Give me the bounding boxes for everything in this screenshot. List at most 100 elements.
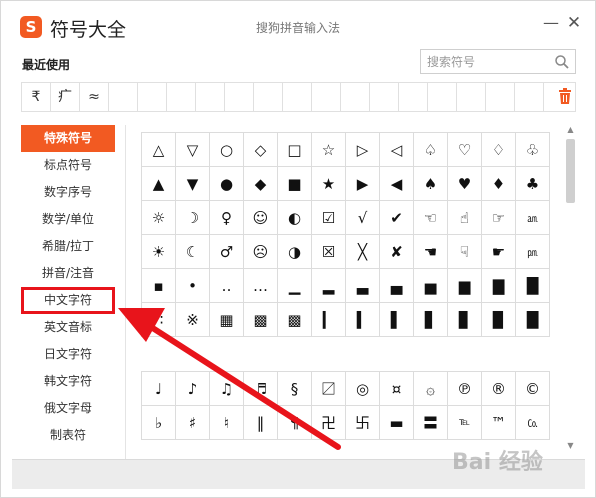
- symbol-cell[interactable]: ▁: [278, 269, 312, 303]
- recent-symbol[interactable]: [486, 83, 515, 111]
- symbol-cell[interactable]: 〓: [414, 406, 448, 440]
- symbol-cell[interactable]: •: [176, 269, 210, 303]
- symbol-cell[interactable]: ♮: [210, 406, 244, 440]
- symbol-cell[interactable]: ★: [312, 167, 346, 201]
- scrollbar[interactable]: ▲ ▼: [564, 125, 577, 452]
- symbol-cell[interactable]: ▽: [176, 133, 210, 167]
- recent-symbol[interactable]: [138, 83, 167, 111]
- symbol-cell[interactable]: ♂: [210, 235, 244, 269]
- sidebar-item[interactable]: 特殊符号: [21, 125, 115, 152]
- symbol-cell[interactable]: ◎: [346, 372, 380, 406]
- symbol-cell[interactable]: ▲: [142, 167, 176, 201]
- symbol-cell[interactable]: ╳: [346, 235, 380, 269]
- symbol-cell[interactable]: ♡: [448, 133, 482, 167]
- symbol-cell[interactable]: ♣: [516, 167, 550, 201]
- recent-symbol[interactable]: [370, 83, 399, 111]
- symbol-cell[interactable]: 卍: [312, 406, 346, 440]
- symbol-cell[interactable]: ◑: [278, 235, 312, 269]
- search-box[interactable]: [420, 49, 576, 74]
- symbol-cell[interactable]: ♭: [142, 406, 176, 440]
- minimize-button[interactable]: —: [541, 13, 561, 33]
- symbol-cell[interactable]: ®: [482, 372, 516, 406]
- symbol-cell[interactable]: ♬: [244, 372, 278, 406]
- symbol-cell[interactable]: ▍: [346, 303, 380, 337]
- symbol-cell[interactable]: ▊: [448, 303, 482, 337]
- symbol-cell[interactable]: ☆: [312, 133, 346, 167]
- close-button[interactable]: ✕: [564, 13, 584, 33]
- symbol-cell[interactable]: ☾: [176, 235, 210, 269]
- recent-symbol[interactable]: [109, 83, 138, 111]
- symbol-cell[interactable]: ▷: [346, 133, 380, 167]
- symbol-cell[interactable]: ☞: [482, 201, 516, 235]
- symbol-cell[interactable]: ▶: [346, 167, 380, 201]
- symbol-cell[interactable]: ○: [210, 133, 244, 167]
- symbol-cell[interactable]: √: [346, 201, 380, 235]
- symbol-cell[interactable]: ♪: [176, 372, 210, 406]
- sidebar-item[interactable]: 俄文字母: [21, 395, 115, 422]
- symbol-cell[interactable]: ▋: [414, 303, 448, 337]
- symbol-cell[interactable]: ♦: [482, 167, 516, 201]
- symbol-cell[interactable]: ☽: [176, 201, 210, 235]
- symbol-cell[interactable]: ☺: [244, 201, 278, 235]
- sidebar-item[interactable]: 日文字符: [21, 341, 115, 368]
- symbol-cell[interactable]: ☛: [482, 235, 516, 269]
- symbol-cell[interactable]: ▩: [278, 303, 312, 337]
- symbol-cell[interactable]: █: [516, 269, 550, 303]
- symbol-cell[interactable]: █: [516, 303, 550, 337]
- symbol-cell[interactable]: ◆: [244, 167, 278, 201]
- recent-symbol[interactable]: [167, 83, 196, 111]
- symbol-cell[interactable]: ▄: [380, 269, 414, 303]
- symbol-cell[interactable]: 卐: [346, 406, 380, 440]
- symbol-cell[interactable]: □: [278, 133, 312, 167]
- symbol-cell[interactable]: ▅: [414, 269, 448, 303]
- search-icon[interactable]: [554, 54, 570, 70]
- symbol-cell[interactable]: ‥: [210, 269, 244, 303]
- symbol-cell[interactable]: ☟: [448, 235, 482, 269]
- symbol-cell[interactable]: ▉: [482, 303, 516, 337]
- recent-symbol[interactable]: [457, 83, 486, 111]
- recent-symbol[interactable]: [399, 83, 428, 111]
- symbol-cell[interactable]: ☼: [142, 201, 176, 235]
- symbol-cell[interactable]: ♀: [210, 201, 244, 235]
- symbol-cell[interactable]: ‖: [244, 406, 278, 440]
- recent-symbol[interactable]: [341, 83, 370, 111]
- symbol-cell[interactable]: ♫: [210, 372, 244, 406]
- symbol-cell[interactable]: ☝: [448, 201, 482, 235]
- recent-symbol[interactable]: [515, 83, 544, 111]
- recent-symbol[interactable]: [283, 83, 312, 111]
- sidebar-item[interactable]: 数字序号: [21, 179, 115, 206]
- symbol-cell[interactable]: ¶: [278, 406, 312, 440]
- symbol-cell[interactable]: ㏘: [516, 235, 550, 269]
- symbol-cell[interactable]: ♩: [142, 372, 176, 406]
- symbol-cell[interactable]: ♧: [516, 133, 550, 167]
- symbol-cell[interactable]: ◐: [278, 201, 312, 235]
- symbol-cell[interactable]: ۞: [414, 372, 448, 406]
- symbol-cell[interactable]: ▇: [482, 269, 516, 303]
- symbol-cell[interactable]: ™: [482, 406, 516, 440]
- symbol-cell[interactable]: ◀: [380, 167, 414, 201]
- scroll-thumb[interactable]: [566, 139, 575, 203]
- recent-symbol[interactable]: ≈: [80, 83, 109, 111]
- symbol-cell[interactable]: ▦: [210, 303, 244, 337]
- symbol-cell[interactable]: ▆: [448, 269, 482, 303]
- symbol-cell[interactable]: 〼: [312, 372, 346, 406]
- symbol-cell[interactable]: ▩: [244, 303, 278, 337]
- symbol-cell[interactable]: ♠: [414, 167, 448, 201]
- symbol-cell[interactable]: ℡: [448, 406, 482, 440]
- symbol-cell[interactable]: ▼: [176, 167, 210, 201]
- symbol-cell[interactable]: ☜: [414, 201, 448, 235]
- sidebar-item[interactable]: 拼音/注音: [21, 260, 115, 287]
- symbol-cell[interactable]: ¤: [380, 372, 414, 406]
- symbol-cell[interactable]: ▌: [380, 303, 414, 337]
- symbol-cell[interactable]: ▃: [346, 269, 380, 303]
- symbol-cell[interactable]: ♥: [448, 167, 482, 201]
- symbol-cell[interactable]: ☒: [312, 235, 346, 269]
- recent-symbol[interactable]: [225, 83, 254, 111]
- symbol-cell[interactable]: ☀: [142, 235, 176, 269]
- sidebar-item[interactable]: 英文音标: [21, 314, 115, 341]
- trash-icon[interactable]: [558, 88, 572, 104]
- sidebar-item[interactable]: 韩文字符: [21, 368, 115, 395]
- symbol-cell[interactable]: ■: [278, 167, 312, 201]
- symbol-cell[interactable]: ✘: [380, 235, 414, 269]
- symbol-cell[interactable]: ※: [176, 303, 210, 337]
